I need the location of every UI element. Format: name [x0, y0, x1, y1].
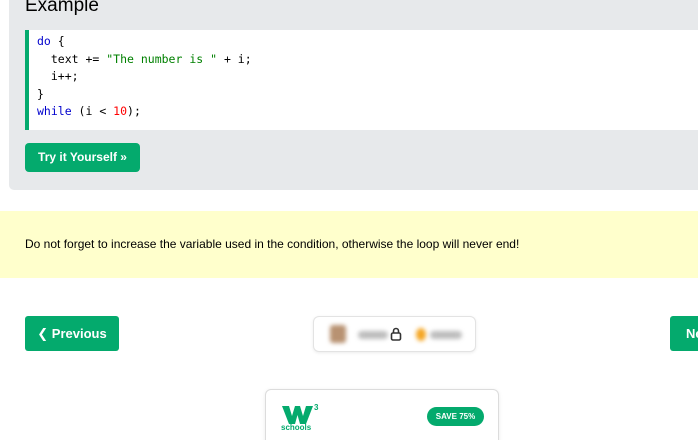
code-line: } — [37, 87, 44, 101]
code-token: (i < — [71, 104, 114, 118]
code-token: "The number is " — [106, 51, 218, 66]
svg-text:3: 3 — [314, 403, 319, 412]
code-token: i++; — [37, 69, 79, 83]
code-token: ); — [127, 104, 141, 118]
try-it-yourself-button[interactable]: Try it Yourself » — [25, 143, 140, 172]
code-token: while — [37, 104, 72, 118]
code-line: do { — [37, 34, 65, 48]
code-token: + i; — [217, 51, 252, 66]
example-box: Example do { text += "The number is " + … — [9, 0, 698, 190]
code-token: } — [37, 86, 44, 101]
code-line: i++; — [37, 69, 79, 83]
code-token: text += — [37, 51, 107, 66]
save-badge: SAVE 75% — [427, 407, 484, 426]
blurred-text — [430, 331, 462, 339]
promo-card[interactable]: 3 schools SAVE 75% — [265, 389, 499, 440]
previous-button[interactable]: ❮ Previous — [25, 316, 119, 351]
code-token: { — [50, 34, 65, 48]
code-block: do { text += "The number is " + i; i++;}… — [25, 30, 698, 130]
page: Example do { text += "The number is " + … — [0, 0, 698, 440]
next-button[interactable]: Ne — [670, 316, 698, 351]
avatar — [330, 325, 346, 343]
note-text: Do not forget to increase the variable u… — [25, 237, 520, 251]
blurred-text — [358, 331, 388, 339]
code-line: while (i < 10); — [37, 104, 141, 118]
fire-icon — [416, 328, 426, 341]
lock-icon — [390, 327, 402, 341]
logo-text: schools — [281, 423, 312, 432]
code-token: do — [37, 34, 51, 48]
promo-pill[interactable] — [313, 316, 476, 352]
code-line: text += "The number is " + i; — [37, 52, 252, 66]
code-token: 10 — [113, 104, 128, 118]
example-title: Example — [25, 0, 99, 16]
note-box: Do not forget to increase the variable u… — [0, 211, 698, 278]
